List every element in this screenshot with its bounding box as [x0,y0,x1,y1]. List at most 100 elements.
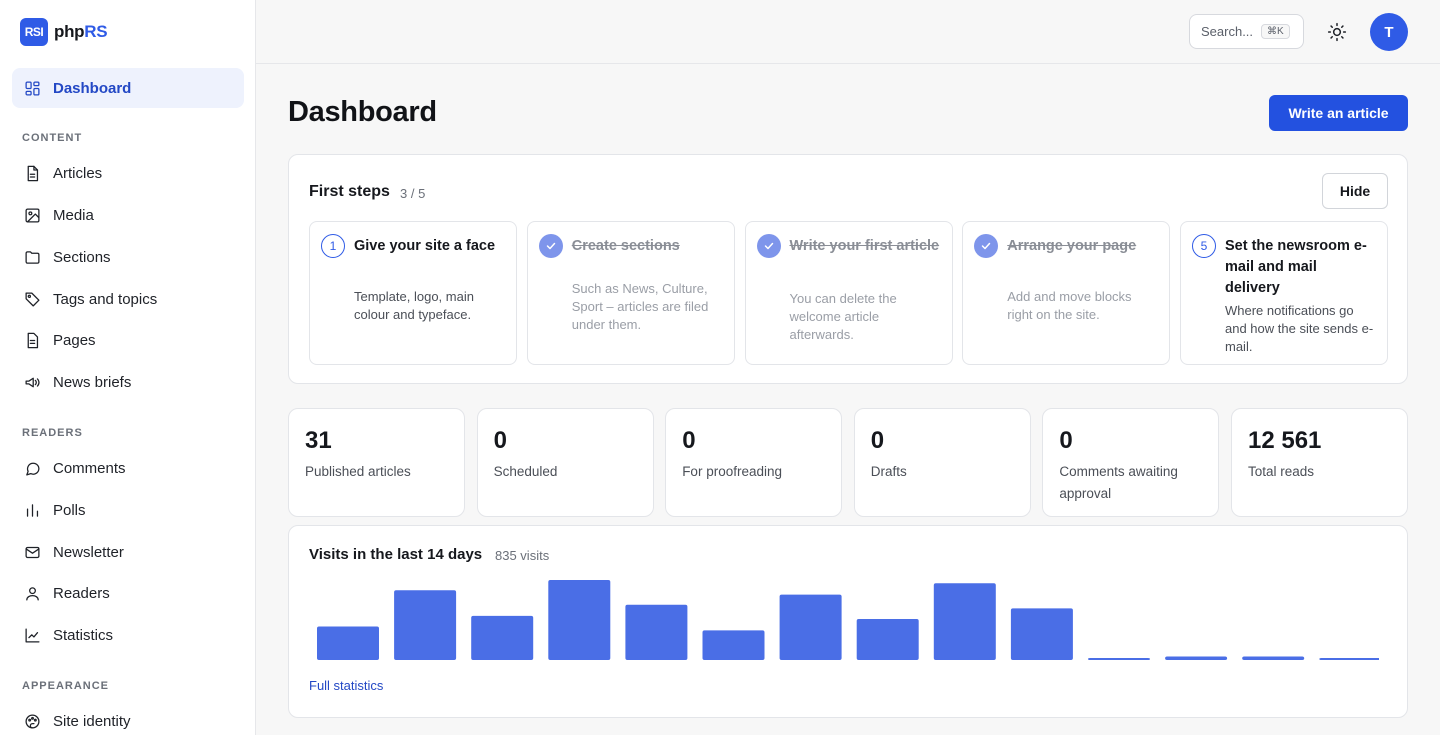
chart-bar[interactable] [625,604,688,660]
brand-logo: RSI [20,18,48,46]
nav-section-heading: READERS [22,426,83,439]
sidebar-nav: Dashboard CONTENT Articles Media Sections Tag… [12,68,244,735]
stat-label: Drafts [870,464,907,479]
chart-bar[interactable] [1088,658,1150,660]
hide-button[interactable]: Hide [1322,173,1388,209]
chart-bar[interactable] [1242,656,1305,661]
brand-name: phpRS [54,22,108,42]
chart-bar[interactable] [1010,608,1073,660]
poll-icon [24,502,41,519]
page-title: Dashboard [288,96,437,128]
visits-chart [317,580,1379,661]
step-number: 1 [321,234,345,258]
palette-icon [24,713,41,730]
write-article-button[interactable]: Write an article [1269,95,1408,131]
step-number: 5 [1192,234,1216,258]
sidebar-item-sections[interactable]: Sections [12,237,244,277]
full-statistics-link[interactable]: Full statistics [309,678,383,693]
dashboard-icon [24,80,41,97]
sidebar: RSI phpRS Dashboard CONTENT Articles Media S… [0,0,256,735]
stat-card[interactable]: 0 For proofreading [665,408,843,517]
megaphone-icon [24,374,41,391]
sidebar-item-label: Sections [53,248,111,266]
sidebar-item-label: Tags and topics [53,290,158,308]
sidebar-item-newsletter[interactable]: Newsletter [12,532,244,572]
chart-bar[interactable] [394,590,457,660]
chart-bar[interactable] [779,594,842,660]
stat-card[interactable]: 0 Drafts [853,408,1031,517]
chart-bar[interactable] [1165,656,1228,661]
first-steps-progress: 3 / 5 [400,186,426,201]
sun-icon[interactable] [1325,20,1349,44]
sidebar-item-label: Polls [53,501,86,519]
sidebar-item-label: Newsletter [53,543,124,561]
sidebar-item-dashboard[interactable]: Dashboard [12,68,244,108]
step-title: Arrange your page [1007,238,1137,254]
sidebar-item-site-identity[interactable]: Site identity [12,702,244,735]
sidebar-item-polls[interactable]: Polls [12,490,244,530]
stat-label: Scheduled [493,464,558,479]
step-title: Give your site a face [354,238,496,254]
sidebar-item-label: Comments [53,460,126,478]
step-description: Template, logo, main colour and typeface… [354,289,474,322]
step-description: Such as News, Culture, Sport – articles … [571,281,709,332]
stat-label: Published articles [305,464,411,479]
image-icon [24,207,41,224]
nav-section-heading: CONTENT [22,131,83,144]
stat-card[interactable]: 0 Scheduled [476,408,654,517]
sidebar-item-readers[interactable]: Readers [12,574,244,614]
stat-value: 0 [870,427,885,454]
stat-card[interactable]: 12 561 Total reads [1231,408,1408,517]
stat-label: Comments awaiting approval [1059,464,1178,501]
chart-bar[interactable] [1319,658,1379,660]
step-title: Set the newsroom e-mail and mail deliver… [1225,238,1367,296]
sidebar-item-news-briefs[interactable]: News briefs [12,363,244,403]
sidebar-item-label: Articles [53,165,103,183]
folder-icon [24,249,41,266]
check-icon [756,234,781,258]
sidebar-item-tags-and-topics[interactable]: Tags and topics [12,279,244,319]
chart-bar[interactable] [317,626,379,661]
sidebar-item-comments[interactable]: Comments [12,449,244,489]
brand-name-accent: RS [84,22,108,41]
search-shortcut: ⌘K [1261,24,1290,39]
chart-bar[interactable] [856,619,919,660]
chart-bar[interactable] [702,630,765,660]
step-card[interactable]: Arrange your page Add and move blocks rig… [962,221,1171,365]
avatar[interactable]: T [1370,13,1408,51]
step-card[interactable]: Create sections Such as News, Culture, Sp… [526,221,735,365]
stat-card[interactable]: 0 Comments awaiting approval [1042,408,1220,517]
step-title: Write your first article [789,238,940,254]
sidebar-item-label: Readers [53,585,110,603]
chart-bar[interactable] [471,615,534,660]
stat-value: 0 [1059,427,1073,454]
stat-value: 31 [305,427,332,454]
stat-card[interactable]: 31 Published articles [288,408,465,517]
chart-icon [24,627,41,644]
chart-bar[interactable] [933,583,996,660]
topbar: Search... ⌘K T [256,0,1440,64]
sidebar-item-statistics[interactable]: Statistics [12,616,244,656]
sidebar-item-label: News briefs [53,374,132,392]
step-description: Add and move blocks right on the site. [1007,289,1132,322]
check-icon [974,234,999,258]
stat-label: For proofreading [682,464,782,479]
step-card[interactable]: 5 Set the newsroom e-mail and mail delive… [1180,221,1388,365]
sidebar-item-label: Pages [53,332,96,350]
step-card[interactable]: 1 Give your site a face Template, logo, ma… [309,221,517,365]
first-steps-title: First steps [309,183,390,200]
tag-icon [24,291,41,308]
comment-icon [24,460,41,477]
visits-total: 835 visits [495,548,550,563]
chart-bar[interactable] [548,580,611,660]
step-title: Create sections [571,238,680,254]
brand-name-main: php [54,22,85,41]
sidebar-item-pages[interactable]: Pages [12,321,244,361]
first-steps-card: First steps 3 / 5 Hide 1 Give your site a… [288,154,1408,384]
sidebar-item-media[interactable]: Media [12,196,244,236]
document-icon [24,165,41,182]
sidebar-item-articles[interactable]: Articles [12,154,244,194]
step-card[interactable]: Write your first article You can delete t… [744,221,953,365]
brand[interactable]: RSI phpRS [20,18,108,46]
search-button[interactable]: Search... ⌘K [1189,14,1304,49]
